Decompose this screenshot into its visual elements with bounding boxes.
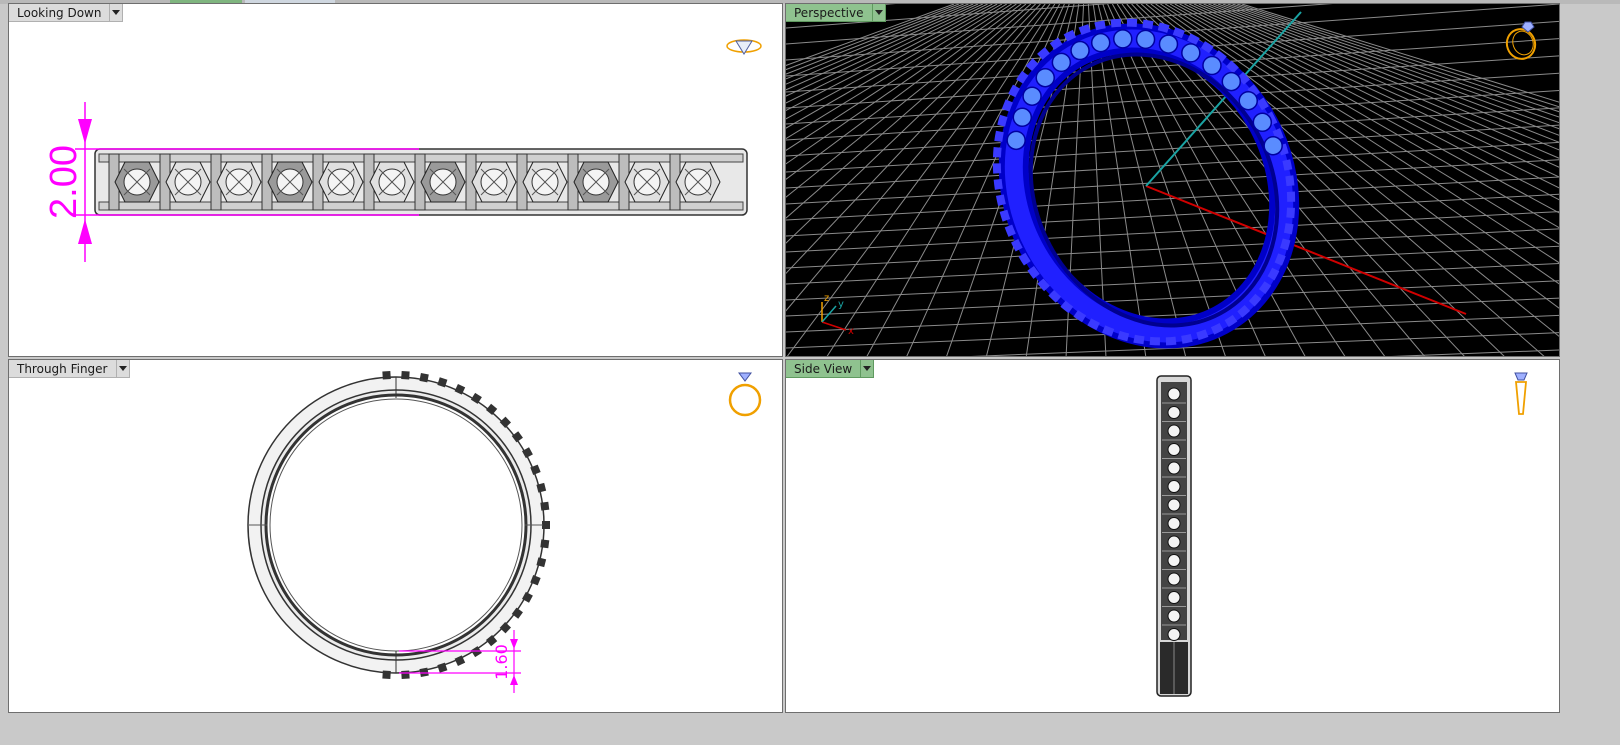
axis-x-label: x — [848, 326, 854, 337]
chevron-down-icon[interactable] — [872, 4, 886, 22]
prong-tooth — [419, 372, 429, 383]
viewport-title: Through Finger — [9, 360, 117, 378]
viewport-title: Looking Down — [9, 4, 111, 22]
viewport-through-finger[interactable]: Through Finger 1.60 — [8, 359, 783, 713]
viewport-label-through-finger[interactable]: Through Finger — [9, 360, 130, 378]
prong-tooth — [542, 521, 550, 529]
viewport-side-view[interactable]: Side View — [785, 359, 1560, 713]
gem-highlight — [1035, 67, 1055, 88]
ring-front-view-icon[interactable] — [725, 368, 765, 420]
gem-highlight — [1070, 40, 1090, 61]
prong-tooth — [540, 501, 550, 511]
prong-tooth — [401, 670, 410, 679]
looking-down-canvas: 2.00 — [43, 102, 748, 262]
ring-side-view-icon[interactable] — [1506, 368, 1536, 420]
viewport-perspective[interactable]: Perspective z y x — [785, 3, 1560, 357]
gem-highlight — [1051, 52, 1072, 73]
gem-highlight — [1113, 29, 1133, 49]
viewport-title: Side View — [786, 360, 862, 378]
ring-band-top — [94, 148, 748, 216]
viewport-label-looking-down[interactable]: Looking Down — [9, 4, 124, 22]
chevron-down-icon[interactable] — [116, 360, 130, 378]
prong-tooth — [382, 670, 391, 679]
prong-tooth — [419, 667, 429, 678]
gem-highlight — [1252, 112, 1273, 133]
dimension-label: 2.00 — [43, 145, 85, 219]
dimension-label: 1.60 — [492, 644, 511, 680]
viewport-title: Perspective — [786, 4, 873, 22]
ring-side-profile — [1156, 375, 1192, 697]
prong-tooth — [382, 371, 391, 380]
viewport-label-side-view[interactable]: Side View — [786, 360, 875, 378]
axis-x-line — [1145, 185, 1467, 315]
axis-y-label: y — [838, 299, 844, 310]
viewport-label-perspective[interactable]: Perspective — [786, 4, 886, 22]
ring-perspective-icon[interactable] — [1501, 18, 1541, 62]
side-view-canvas — [1156, 375, 1192, 697]
prong-tooth — [540, 539, 550, 549]
chevron-down-icon[interactable] — [110, 4, 124, 22]
ring-model-perspective — [992, 18, 1300, 349]
gem-highlight — [1012, 107, 1033, 128]
gem-highlight — [1006, 130, 1026, 151]
axis-z-label: z — [824, 293, 829, 304]
gem-highlight — [1202, 55, 1222, 76]
perspective-canvas: z y x — [786, 4, 1559, 356]
gem-highlight — [1022, 86, 1042, 106]
gem-highlight — [1263, 135, 1283, 156]
gem-highlight — [1181, 43, 1201, 63]
prong-tooth — [401, 371, 410, 380]
chevron-down-icon[interactable] — [861, 360, 875, 378]
ring-top-view-icon[interactable] — [724, 32, 764, 58]
viewport-looking-down[interactable]: Looking Down 2.00 — [8, 3, 783, 357]
gem-highlight — [1221, 71, 1242, 92]
ring-front-outline — [247, 371, 550, 679]
gem-highlight — [1090, 32, 1111, 53]
gem-highlight — [1135, 29, 1156, 50]
through-finger-canvas: 1.60 — [247, 371, 550, 693]
gem-highlight — [1238, 90, 1258, 111]
gem-highlight — [1158, 34, 1179, 54]
